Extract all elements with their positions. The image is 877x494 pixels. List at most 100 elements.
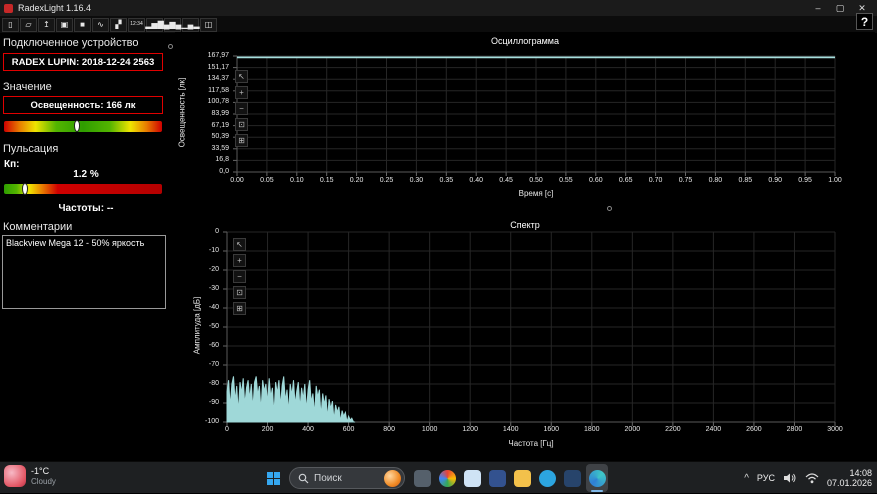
clock-mode-icon[interactable]: 12:34 (128, 18, 145, 32)
zoom-out-icon[interactable]: − (235, 102, 248, 115)
x-tick-label: 2400 (698, 426, 728, 433)
weather-icon (4, 465, 26, 487)
x-tick-label: 3000 (820, 426, 850, 433)
weather-temp: -1°C (31, 466, 56, 477)
x-tick-label: 0.50 (521, 177, 551, 184)
main-toolbar: ▯▱↥▣■∿▞12:34▂▅▇▄▆▄▁▄▂◫ (0, 16, 877, 33)
display-mode-icon[interactable]: ■ (74, 18, 91, 32)
histogram-icon[interactable]: ▄▆▄ (164, 18, 181, 32)
select-tool-icon[interactable]: ↖ (233, 238, 246, 251)
telegram-icon[interactable] (536, 464, 558, 492)
teams-icon[interactable] (486, 464, 508, 492)
tray-time: 14:08 (827, 468, 872, 478)
y-tick-label: 0 (215, 228, 219, 235)
kp-value: 1.2 % (0, 169, 172, 180)
oscillogram-view-icon[interactable]: ∿ (92, 18, 109, 32)
weather-condition: Cloudy (31, 477, 56, 487)
clock[interactable]: 14:08 07.01.2026 (827, 468, 872, 488)
spectrum-title: Спектр (175, 220, 875, 230)
y-tick-label: -60 (209, 342, 219, 349)
x-tick-label: 1.00 (820, 177, 850, 184)
telegram-icon (539, 470, 556, 487)
y-tick-label: 50,39 (211, 133, 229, 140)
y-tick-label: -40 (209, 304, 219, 311)
search-input[interactable]: Поиск (289, 467, 405, 489)
x-tick-label: 0.55 (551, 177, 581, 184)
widgets-icon[interactable] (411, 464, 433, 492)
layout-icon[interactable]: ◫ (200, 18, 217, 32)
weather-widget[interactable]: -1°C Cloudy (4, 465, 56, 487)
oscillogram-plot-area[interactable] (237, 56, 835, 172)
export-icon[interactable]: ↥ (38, 18, 55, 32)
browser-icon[interactable] (436, 464, 458, 492)
zoom-in-icon[interactable]: + (233, 254, 246, 267)
store-icon[interactable] (461, 464, 483, 492)
hidden-icons-chevron[interactable]: ^ (744, 473, 749, 484)
oscillogram-title: Осциллограмма (175, 36, 875, 46)
help-button[interactable]: ? (856, 13, 873, 30)
x-tick-label: 0.25 (372, 177, 402, 184)
zoom-window-icon[interactable]: ⊡ (235, 118, 248, 131)
window-title: RadexLight 1.16.4 (18, 3, 91, 13)
start-button[interactable] (263, 468, 283, 488)
x-tick-label: 400 (293, 426, 323, 433)
spectrum-chart: Спектр Амплитуда [дБ] 0-10-20-30-40-50-6… (175, 212, 875, 462)
value-section-heading: Значение (3, 81, 52, 93)
defender-icon (564, 470, 581, 487)
spectrum-y-ticks: 0-10-20-30-40-50-60-70-80-90-100 (175, 212, 223, 462)
illuminance-scale (4, 121, 162, 132)
x-tick-label: 1800 (577, 426, 607, 433)
comments-section-heading: Комментарии (3, 221, 72, 233)
windows-logo-icon (267, 472, 280, 485)
y-tick-label: 117,58 (208, 87, 229, 94)
pan-icon[interactable]: ⊞ (235, 134, 248, 147)
spectrum-canvas (221, 232, 837, 428)
x-tick-label: 1000 (415, 426, 445, 433)
maximize-button[interactable]: ▢ (829, 3, 851, 14)
x-tick-label: 0.95 (790, 177, 820, 184)
x-tick-label: 0.90 (760, 177, 790, 184)
minimize-button[interactable]: – (807, 3, 829, 14)
x-tick-label: 2200 (658, 426, 688, 433)
oscillogram-x-ticks: 0.000.050.100.150.200.250.300.350.400.45… (175, 177, 875, 187)
x-tick-label: 0.15 (312, 177, 342, 184)
zoom-window-icon[interactable]: ⊡ (233, 286, 246, 299)
volume-icon[interactable] (783, 472, 797, 484)
active-app-indicator (591, 490, 603, 492)
x-tick-label: 0.40 (461, 177, 491, 184)
open-file-icon[interactable]: ▱ (20, 18, 37, 32)
pan-icon[interactable]: ⊞ (233, 302, 246, 315)
zoom-in-icon[interactable]: + (235, 86, 248, 99)
search-placeholder: Поиск (314, 473, 379, 484)
widgets-icon (414, 470, 431, 487)
defender-icon[interactable] (561, 464, 583, 492)
zoom-out-icon[interactable]: − (233, 270, 246, 283)
y-tick-label: 83,99 (211, 110, 229, 117)
y-tick-label: -50 (209, 323, 219, 330)
panel-splitter-handle[interactable] (168, 44, 173, 49)
explorer-icon[interactable] (511, 464, 533, 492)
system-tray: ^ РУС 14:08 07.01.2026 (744, 462, 872, 494)
spectrum-view-icon[interactable]: ▞ (110, 18, 127, 32)
bar-chart-icon[interactable]: ▂▅▇ (146, 18, 163, 32)
close-button[interactable]: ✕ (851, 3, 873, 14)
x-tick-label: 0.65 (611, 177, 641, 184)
radexlight-icon[interactable] (586, 464, 608, 492)
taskbar: -1°C Cloudy Поиск ^ РУС (0, 461, 877, 493)
chart-splitter-handle[interactable] (607, 206, 612, 211)
search-highlight-icon[interactable] (384, 470, 401, 487)
spectrum-plot-area[interactable] (227, 232, 835, 422)
select-tool-icon[interactable]: ↖ (235, 70, 248, 83)
y-tick-label: -10 (209, 247, 219, 254)
save-icon[interactable]: ▣ (56, 18, 73, 32)
new-file-icon[interactable]: ▯ (2, 18, 19, 32)
language-indicator[interactable]: РУС (757, 473, 775, 483)
oscillogram-tools: ↖ + − ⊡ ⊞ (235, 70, 248, 147)
x-tick-label: 600 (334, 426, 364, 433)
comments-input[interactable]: Blackview Mega 12 - 50% яркость (2, 235, 166, 309)
left-panel: Подключенное устройство RADEX LUPIN: 201… (0, 33, 172, 461)
x-tick-label: 1600 (536, 426, 566, 433)
trend-icon[interactable]: ▁▄▂ (182, 18, 199, 32)
x-tick-label: 2800 (779, 426, 809, 433)
network-icon[interactable] (805, 472, 819, 484)
